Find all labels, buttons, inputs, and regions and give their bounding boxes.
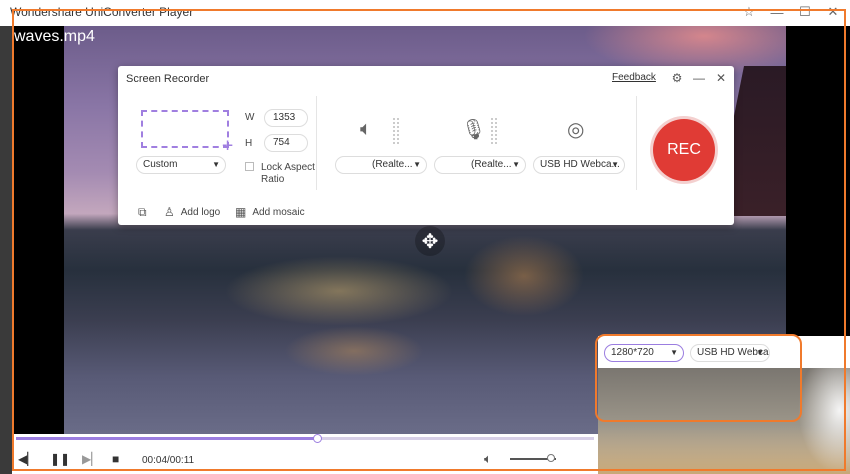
feedback-link[interactable]: Feedback xyxy=(612,72,656,83)
window-controls: ☆ — ☐ ✕ xyxy=(740,3,842,21)
speaker-icon[interactable]: 🔈︎ xyxy=(360,118,372,141)
lock-aspect-checkbox[interactable] xyxy=(245,162,254,171)
maximize-icon[interactable]: ☐ xyxy=(796,3,814,21)
add-logo-button[interactable]: ♙ Add logo xyxy=(164,205,220,219)
width-input[interactable]: 1353 xyxy=(264,109,308,127)
height-input[interactable]: 754 xyxy=(264,134,308,152)
chevron-down-icon: ▼ xyxy=(212,160,220,169)
webcam-icon[interactable]: ◎ xyxy=(567,117,584,142)
add-logo-label: Add logo xyxy=(180,206,221,218)
chevron-down-icon: ▼ xyxy=(413,160,421,169)
capture-region-preview[interactable]: ✛ xyxy=(141,110,233,153)
width-label: W xyxy=(245,112,255,123)
chevron-down-icon: ▼ xyxy=(670,348,678,357)
chevron-down-icon: ▼ xyxy=(611,160,619,169)
camera-dropdown[interactable]: USB HD Webca... ▼ xyxy=(533,156,625,174)
webcam-preview: 1280*720 ▼ USB HD Webca ▼ xyxy=(598,336,850,474)
title-bar: Wondershare UniConverter Player ☆ — ☐ ✕ xyxy=(0,0,850,26)
lock-aspect-label: Lock Aspect Ratio xyxy=(261,162,315,185)
chevron-down-icon: ▼ xyxy=(756,348,764,357)
move-icon: ✛ xyxy=(222,138,233,153)
height-label: H xyxy=(245,138,253,149)
pin-icon[interactable]: ☆ xyxy=(740,3,758,21)
close-icon[interactable]: ✕ xyxy=(824,3,842,21)
window-title: Wondershare UniConverter Player xyxy=(10,5,194,19)
webcam-bar: 1280*720 ▼ USB HD Webca ▼ xyxy=(598,336,850,368)
divider xyxy=(636,96,637,190)
speaker-dropdown[interactable]: (Realte... ▼ xyxy=(335,156,427,174)
player-controls: ◀▏ ❚❚ ▶▏ ■ 00:04/00:11 🔈︎ xyxy=(12,434,598,474)
divider xyxy=(316,96,317,190)
progress-fill xyxy=(16,437,317,440)
recorder-header: Screen Recorder Feedback ⚙ — ✕ xyxy=(118,66,734,92)
user-icon: ♙ xyxy=(164,205,175,219)
progress-bar[interactable] xyxy=(16,434,594,443)
rec-button[interactable]: REC xyxy=(653,119,715,181)
recorder-title: Screen Recorder xyxy=(126,73,210,85)
settings-icon[interactable]: ⚙ xyxy=(670,71,684,85)
resolution-value: 1280*720 xyxy=(611,347,654,358)
video-filename: waves.mp4 xyxy=(14,28,95,45)
move-cursor-icon: ✥ xyxy=(415,226,445,256)
mic-device-value: (Realte... xyxy=(471,159,512,170)
webcam-feed xyxy=(598,368,850,474)
mosaic-icon: ▦ xyxy=(235,205,247,219)
prev-frame-button[interactable]: ◀▏ xyxy=(18,452,36,466)
add-mosaic-button[interactable]: ▦ Add mosaic xyxy=(235,205,305,219)
speaker-level xyxy=(393,118,401,146)
minimize-icon[interactable]: — xyxy=(768,3,786,21)
size-preset-value: Custom xyxy=(143,159,178,170)
region-tool[interactable]: ⧉ xyxy=(138,205,147,220)
volume-icon[interactable]: 🔈︎ xyxy=(484,451,492,467)
microphone-icon[interactable]: 🎙︎ xyxy=(461,117,486,142)
webcam-device-dropdown[interactable]: USB HD Webca ▼ xyxy=(690,344,770,362)
camera-device-value: USB HD Webca... xyxy=(540,159,620,170)
add-mosaic-label: Add mosaic xyxy=(252,206,305,218)
left-strip xyxy=(0,26,12,474)
close-icon[interactable]: ✕ xyxy=(714,71,728,85)
volume-thumb[interactable] xyxy=(547,454,556,462)
chevron-down-icon: ▼ xyxy=(512,160,520,169)
time-display: 00:04/00:11 xyxy=(142,455,195,466)
region-icon: ⧉ xyxy=(138,205,147,219)
stop-button[interactable]: ■ xyxy=(112,452,119,466)
size-preset-dropdown[interactable]: Custom ▼ xyxy=(136,156,226,174)
resolution-dropdown[interactable]: 1280*720 ▼ xyxy=(604,344,684,362)
screen-recorder-panel: Screen Recorder Feedback ⚙ — ✕ ✛ W 1353 … xyxy=(118,66,734,225)
minimize-icon[interactable]: — xyxy=(692,71,706,85)
progress-thumb[interactable] xyxy=(312,434,322,443)
next-frame-button[interactable]: ▶▏ xyxy=(82,452,100,466)
microphone-dropdown[interactable]: (Realte... ▼ xyxy=(434,156,526,174)
speaker-device-value: (Realte... xyxy=(372,159,413,170)
mic-level xyxy=(491,118,499,146)
pause-button[interactable]: ❚❚ xyxy=(50,452,70,466)
